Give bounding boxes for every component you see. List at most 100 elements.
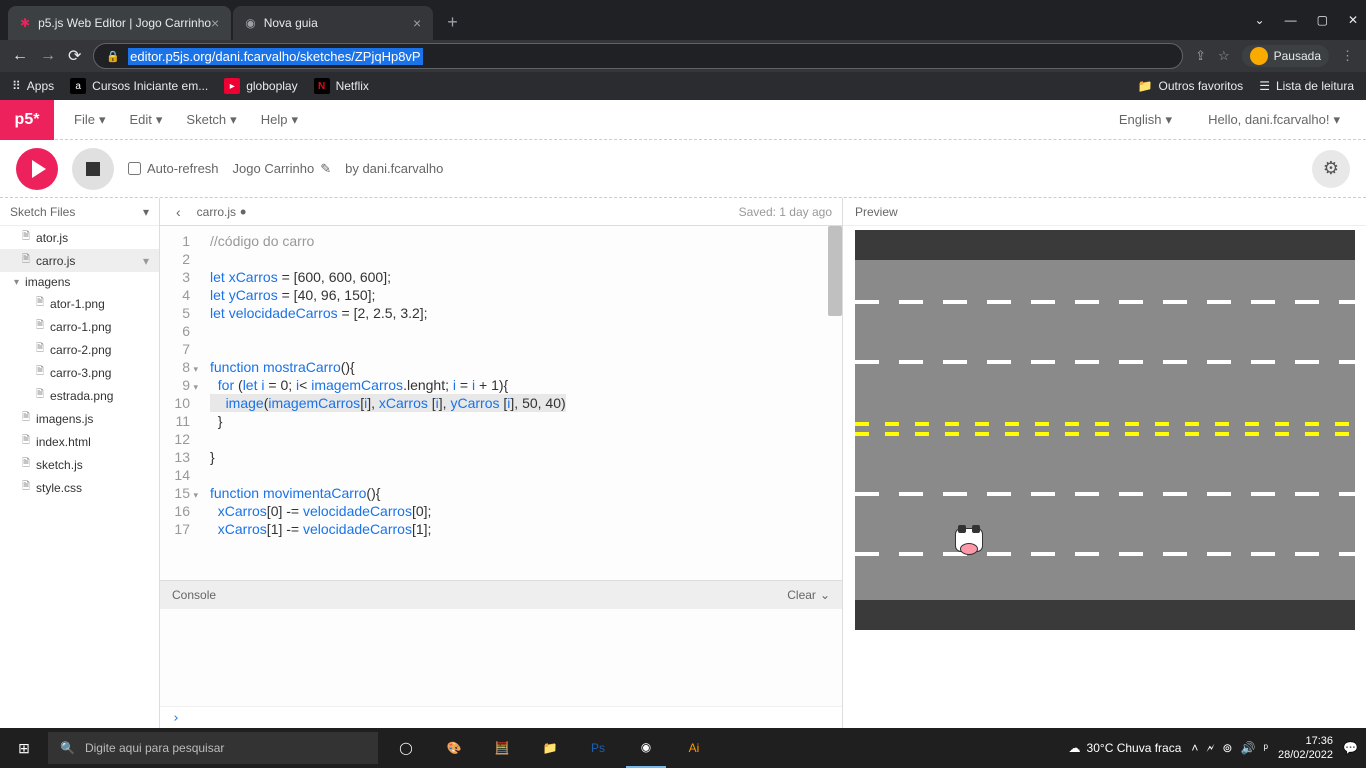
current-file-tab[interactable]: carro.js • bbox=[197, 205, 247, 219]
center-line bbox=[855, 422, 1355, 426]
tab-title: p5.js Web Editor | Jogo Carrinho bbox=[38, 16, 211, 30]
back-button[interactable]: ← bbox=[12, 47, 28, 65]
console-label: Console bbox=[172, 588, 216, 602]
reload-button[interactable]: ⟳ bbox=[68, 46, 81, 66]
chevron-down-icon[interactable]: ⌄ bbox=[1255, 13, 1265, 27]
clear-console-button[interactable]: Clear ⌄ bbox=[787, 588, 830, 602]
browser-tab-active[interactable]: ✱ p5.js Web Editor | Jogo Carrinho × bbox=[8, 6, 231, 40]
file-estrada-png[interactable]: 🗎estrada.png bbox=[0, 384, 159, 407]
chevron-down-icon[interactable]: ▾ bbox=[143, 254, 149, 268]
other-bookmarks[interactable]: 📁 Outros favoritos bbox=[1138, 79, 1244, 93]
sketch-author: by dani.fcarvalho bbox=[345, 161, 443, 176]
close-icon[interactable]: × bbox=[413, 15, 421, 31]
star-icon[interactable]: ☆ bbox=[1218, 48, 1230, 64]
auto-refresh-toggle[interactable]: Auto-refresh bbox=[128, 161, 219, 176]
sidebar-header: Sketch Files ▾ bbox=[0, 198, 159, 226]
auto-refresh-checkbox[interactable] bbox=[128, 162, 141, 175]
console-input[interactable]: › bbox=[160, 706, 842, 730]
code-editor[interactable]: 12345678▾9▾101112131415▾1617 //código do… bbox=[160, 226, 842, 580]
language-menu[interactable]: English▾ bbox=[1109, 106, 1182, 134]
file-imagens[interactable]: ▾imagens bbox=[0, 272, 159, 292]
taskbar-app-icon[interactable]: 🧮 bbox=[482, 728, 522, 768]
menu-edit[interactable]: Edit▾ bbox=[119, 106, 172, 134]
windows-taskbar: ⊞ 🔍 Digite aqui para pesquisar ◯ 🎨 🧮 📁 P… bbox=[0, 728, 1366, 768]
battery-icon[interactable]: 🗲 bbox=[1206, 741, 1214, 756]
close-icon[interactable]: ✕ bbox=[1348, 13, 1358, 27]
bookmark-item[interactable]: a Cursos Iniciante em... bbox=[70, 78, 208, 94]
language-indicator[interactable]: ᵖ bbox=[1263, 741, 1268, 756]
address-bar: ← → ⟳ 🔒 editor.p5js.org/dani.fcarvalho/s… bbox=[0, 40, 1366, 72]
play-button[interactable] bbox=[16, 148, 58, 190]
settings-button[interactable]: ⚙ bbox=[1312, 150, 1350, 188]
taskbar-app-icon[interactable]: 🎨 bbox=[434, 728, 474, 768]
notifications-icon[interactable]: 💬 bbox=[1343, 741, 1358, 755]
chevron-down-icon: ⌄ bbox=[820, 588, 830, 602]
collapse-sidebar-button[interactable]: ‹ bbox=[170, 204, 187, 220]
editor-area: ‹ carro.js • Saved: 1 day ago 12345678▾9… bbox=[160, 198, 842, 730]
bookmark-item[interactable]: ▸ globoplay bbox=[224, 78, 297, 94]
volume-icon[interactable]: 🔊 bbox=[1240, 741, 1255, 756]
close-icon[interactable]: × bbox=[211, 15, 219, 31]
window-controls: ⌄ — ▢ ✕ bbox=[1255, 13, 1358, 27]
new-tab-button[interactable]: + bbox=[435, 12, 470, 33]
url-input[interactable]: 🔒 editor.p5js.org/dani.fcarvalho/sketche… bbox=[93, 43, 1183, 69]
sketch-canvas[interactable] bbox=[855, 230, 1355, 630]
chevron-down-icon[interactable]: ▾ bbox=[143, 205, 149, 219]
bookmark-favicon-icon: N bbox=[314, 78, 330, 94]
console-output bbox=[160, 609, 842, 706]
reading-list[interactable]: ☰ Lista de leitura bbox=[1259, 79, 1354, 93]
wifi-icon[interactable]: ⊚ bbox=[1222, 741, 1232, 756]
forward-button[interactable]: → bbox=[40, 47, 56, 65]
profile-button[interactable]: Pausada bbox=[1242, 45, 1329, 67]
file-ator-js[interactable]: 🗎ator.js bbox=[0, 226, 159, 249]
bookmark-item[interactable]: N Netflix bbox=[314, 78, 369, 94]
file-carro-2-png[interactable]: 🗎carro-2.png bbox=[0, 338, 159, 361]
taskbar-app-icon[interactable]: Ai bbox=[674, 728, 714, 768]
taskbar-app-chrome[interactable]: ◉ bbox=[626, 728, 666, 768]
p5-logo[interactable]: p5* bbox=[0, 100, 54, 140]
avatar-icon bbox=[1250, 47, 1268, 65]
file-icon: 🗎 bbox=[36, 318, 44, 335]
sketch-name[interactable]: Jogo Carrinho ✎ bbox=[233, 161, 332, 177]
taskbar-search[interactable]: 🔍 Digite aqui para pesquisar bbox=[48, 732, 378, 764]
preview-pane: Preview bbox=[842, 198, 1366, 730]
browser-tab[interactable]: ◉ Nova guia × bbox=[233, 6, 433, 40]
sketch-files-sidebar: Sketch Files ▾ 🗎ator.js🗎carro.js▾▾imagen… bbox=[0, 198, 160, 730]
share-icon[interactable]: ⇪ bbox=[1195, 48, 1206, 64]
user-menu[interactable]: Hello, dani.fcarvalho!▾ bbox=[1198, 106, 1350, 134]
saved-status: Saved: 1 day ago bbox=[739, 205, 832, 219]
menu-file[interactable]: File▾ bbox=[64, 106, 115, 134]
stop-button[interactable] bbox=[72, 148, 114, 190]
file-index-html[interactable]: 🗎index.html bbox=[0, 430, 159, 453]
file-sketch-js[interactable]: 🗎sketch.js bbox=[0, 453, 159, 476]
unsaved-dot-icon: • bbox=[240, 207, 246, 217]
file-carro-1-png[interactable]: 🗎carro-1.png bbox=[0, 315, 159, 338]
taskbar-app-icon[interactable]: 📁 bbox=[530, 728, 570, 768]
menu-sketch[interactable]: Sketch▾ bbox=[176, 106, 246, 134]
taskbar-clock[interactable]: 17:36 28/02/2022 bbox=[1278, 734, 1333, 762]
preview-body bbox=[843, 226, 1366, 730]
menu-icon[interactable]: ⋮ bbox=[1341, 48, 1354, 64]
minimize-icon[interactable]: — bbox=[1285, 13, 1297, 27]
lock-icon: 🔒 bbox=[106, 50, 120, 63]
scrollbar-thumb[interactable] bbox=[828, 226, 842, 316]
file-style-css[interactable]: 🗎style.css bbox=[0, 476, 159, 499]
file-carro-js[interactable]: 🗎carro.js▾ bbox=[0, 249, 159, 272]
file-imagens-js[interactable]: 🗎imagens.js bbox=[0, 407, 159, 430]
weather-widget[interactable]: ☁ 30°C Chuva fraca bbox=[1069, 741, 1182, 755]
pencil-icon[interactable]: ✎ bbox=[320, 161, 331, 177]
bookmark-favicon-icon: ▸ bbox=[224, 78, 240, 94]
file-carro-3-png[interactable]: 🗎carro-3.png bbox=[0, 361, 159, 384]
lane-marking bbox=[855, 300, 1355, 304]
apps-button[interactable]: ⠿ Apps bbox=[12, 79, 54, 93]
chevron-down-icon: ▾ bbox=[1166, 112, 1173, 128]
start-button[interactable]: ⊞ bbox=[0, 740, 48, 757]
chevron-down-icon: ▾ bbox=[1333, 112, 1340, 128]
system-tray[interactable]: ˄ 🗲 ⊚ 🔊 ᵖ bbox=[1191, 741, 1268, 756]
file-ator-1-png[interactable]: 🗎ator-1.png bbox=[0, 292, 159, 315]
taskbar-app-icon[interactable]: Ps bbox=[578, 728, 618, 768]
maximize-icon[interactable]: ▢ bbox=[1317, 13, 1328, 27]
chevron-up-icon[interactable]: ˄ bbox=[1191, 741, 1198, 756]
menu-help[interactable]: Help▾ bbox=[251, 106, 308, 134]
task-view-button[interactable]: ◯ bbox=[386, 728, 426, 768]
